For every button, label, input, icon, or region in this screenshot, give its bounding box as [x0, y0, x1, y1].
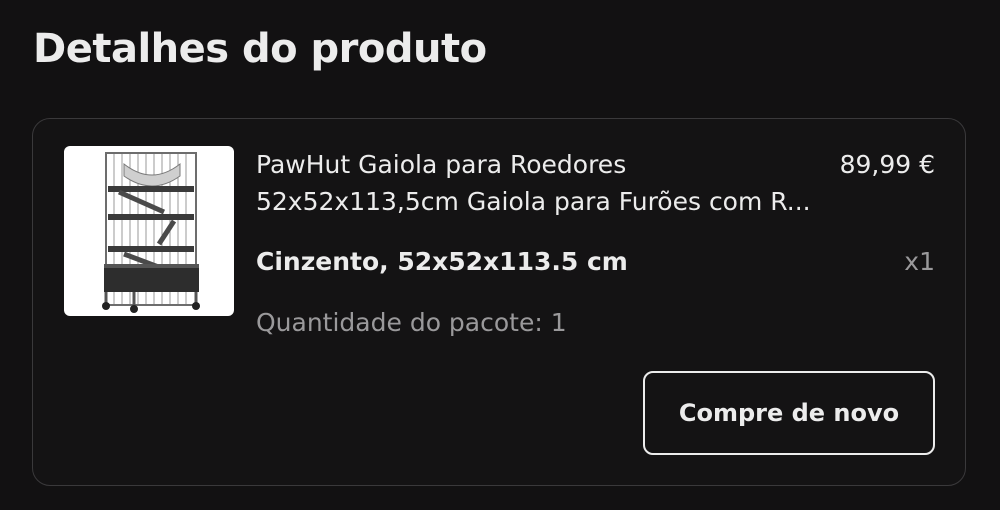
pet-cage-icon	[102, 152, 200, 313]
product-variant: Cinzento, 52x52x113.5 cm	[256, 247, 628, 276]
product-price: 89,99 €	[839, 150, 935, 179]
page-title: Detalhes do produto	[33, 26, 487, 72]
product-details-page: Detalhes do produto PawHut Gaiola para R…	[0, 0, 1000, 510]
product-name[interactable]: PawHut Gaiola para Roedores 52x52x113,5c…	[256, 146, 831, 220]
product-image[interactable]	[64, 146, 234, 316]
product-card: PawHut Gaiola para Roedores 52x52x113,5c…	[32, 118, 966, 486]
product-quantity: x1	[904, 247, 935, 276]
package-quantity: Quantidade do pacote: 1	[256, 308, 567, 337]
buy-again-button[interactable]: Compre de novo	[643, 371, 935, 455]
